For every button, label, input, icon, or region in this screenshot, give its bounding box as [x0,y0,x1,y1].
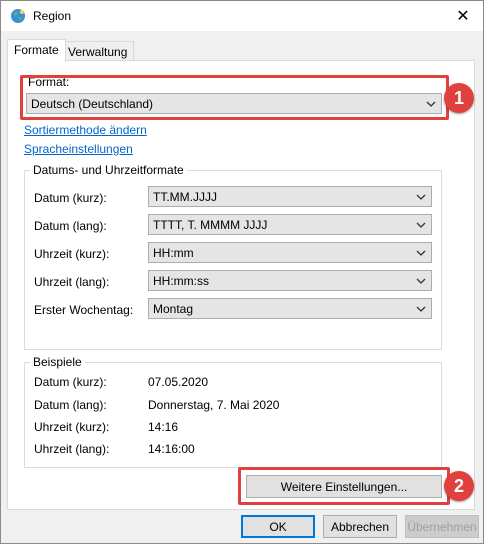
examples-group-title: Beispiele [30,355,85,369]
date-short-dropdown[interactable]: TT.MM.JJJJ [148,186,432,207]
language-settings-link[interactable]: Spracheinstellungen [24,142,133,156]
region-dialog: Region ✕ Formate Verwaltung Format: Deut… [0,0,484,544]
globe-icon [11,9,25,23]
chevron-down-icon [416,306,426,312]
close-button[interactable]: ✕ [443,1,483,31]
row-label-time-short: Uhrzeit (kurz): [34,247,110,261]
chevron-down-icon [416,278,426,284]
example-value-time-short: 14:16 [148,420,179,434]
time-long-dropdown[interactable]: HH:mm:ss [148,270,432,291]
example-value-date-short: 07.05.2020 [148,375,209,389]
example-label-time-long: Uhrzeit (lang): [34,442,110,456]
time-short-value: HH:mm [153,246,194,260]
tab-formate[interactable]: Formate [7,39,66,62]
more-settings-highlight [238,467,450,505]
date-short-value: TT.MM.JJJJ [153,190,217,204]
example-value-time-long: 14:16:00 [148,442,195,456]
callout-badge-1: 1 [444,83,474,113]
tab-panel-formate: Format: Deutsch (Deutschland) 1 Sortierm… [7,60,475,510]
callout-badge-2: 2 [444,471,474,501]
format-highlight [20,75,449,120]
ok-button[interactable]: OK [241,515,315,538]
example-label-time-short: Uhrzeit (kurz): [34,420,110,434]
date-long-dropdown[interactable]: TTTT, T. MMMM JJJJ [148,214,432,235]
row-label-date-short: Datum (kurz): [34,191,107,205]
example-label-date-long: Datum (lang): [34,398,107,412]
window-title: Region [33,9,72,23]
date-long-value: TTTT, T. MMMM JJJJ [153,218,268,232]
apply-button[interactable]: Übernehmen [405,515,479,538]
tab-verwaltung[interactable]: Verwaltung [61,41,135,62]
example-value-date-long: Donnerstag, 7. Mai 2020 [148,398,280,412]
chevron-down-icon [416,250,426,256]
row-label-time-long: Uhrzeit (lang): [34,275,110,289]
sort-method-link[interactable]: Sortiermethode ändern [24,123,147,137]
chevron-down-icon [416,222,426,228]
time-long-value: HH:mm:ss [153,274,209,288]
chevron-down-icon [416,194,426,200]
first-weekday-value: Montag [153,302,194,316]
formats-group-title: Datums- und Uhrzeitformate [30,163,187,177]
row-label-first-weekday: Erster Wochentag: [34,303,134,317]
cancel-button[interactable]: Abbrechen [323,515,397,538]
title-bar: Region ✕ [1,1,483,31]
time-short-dropdown[interactable]: HH:mm [148,242,432,263]
row-label-date-long: Datum (lang): [34,219,107,233]
example-label-date-short: Datum (kurz): [34,375,107,389]
first-weekday-dropdown[interactable]: Montag [148,298,432,319]
